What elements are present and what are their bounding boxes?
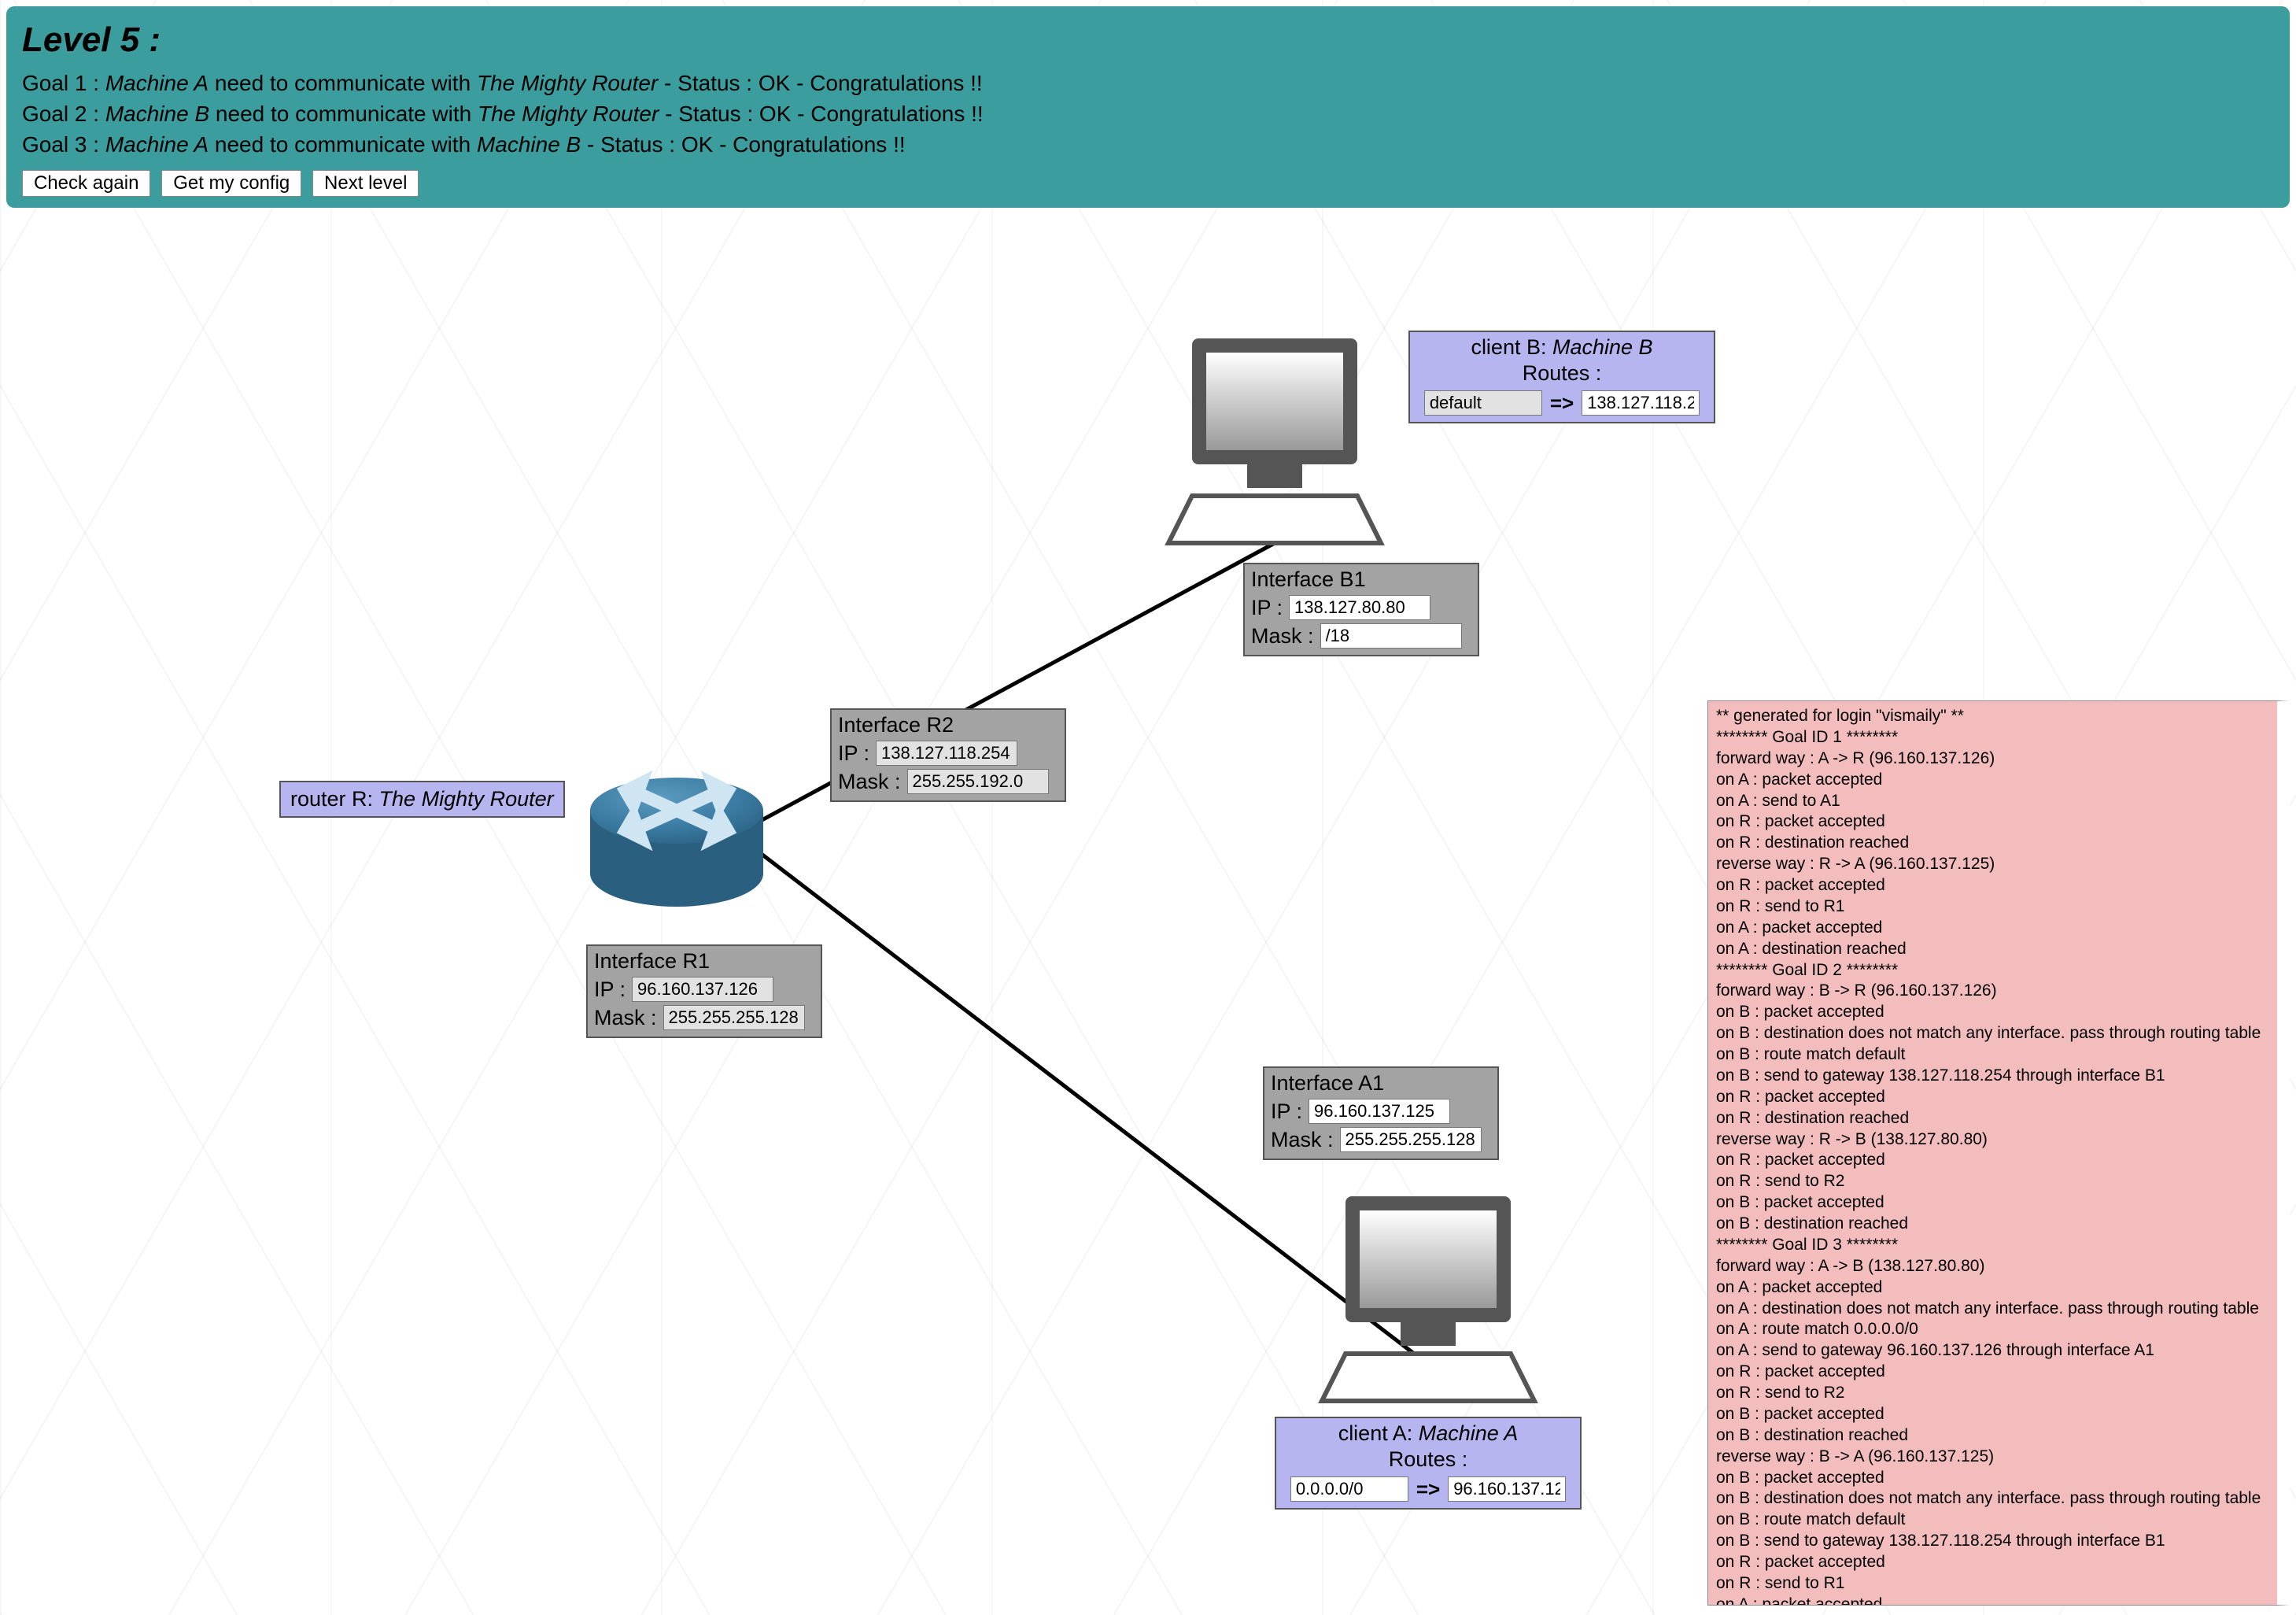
route-arrow: => bbox=[1416, 1477, 1440, 1502]
mask-label: Mask : bbox=[1251, 624, 1314, 649]
interface-r2-ip-input bbox=[876, 741, 1017, 766]
interface-a1-ip-input[interactable] bbox=[1309, 1099, 1450, 1124]
interface-b1-title: Interface B1 bbox=[1251, 567, 1471, 592]
level-title: Level 5 : bbox=[22, 16, 2274, 65]
client-b-route-gw-input[interactable] bbox=[1582, 390, 1700, 416]
goal-b: The Mighty Router bbox=[478, 102, 659, 126]
goal-b: Machine B bbox=[477, 132, 581, 157]
interface-a1-title: Interface A1 bbox=[1271, 1071, 1491, 1096]
goal-mid: need to communicate with bbox=[209, 102, 478, 126]
client-b-box: client B: Machine B Routes : => bbox=[1408, 331, 1715, 423]
route-arrow: => bbox=[1550, 391, 1574, 416]
header-panel: Level 5 : Goal 1 : Machine A need to com… bbox=[6, 6, 2290, 208]
interface-r1-title: Interface R1 bbox=[594, 949, 814, 974]
mask-label: Mask : bbox=[1271, 1128, 1334, 1152]
interface-r2-title: Interface R2 bbox=[838, 713, 1058, 737]
ip-label: IP : bbox=[594, 978, 626, 1002]
client-b-prefix: client B: bbox=[1471, 335, 1552, 359]
computer-a-icon bbox=[1298, 1181, 1558, 1417]
interface-r2-box: Interface R2 IP : Mask : bbox=[830, 708, 1066, 802]
interface-b1-ip-input[interactable] bbox=[1289, 595, 1430, 620]
goal-a: Machine A bbox=[105, 132, 209, 157]
client-a-route-gw-input[interactable] bbox=[1448, 1476, 1566, 1502]
interface-r1-mask-input bbox=[663, 1005, 805, 1030]
ip-label: IP : bbox=[838, 741, 869, 766]
next-level-button[interactable]: Next level bbox=[312, 170, 419, 197]
goal-suffix: - Status : OK - Congratulations !! bbox=[581, 132, 905, 157]
goal-suffix: - Status : OK - Congratulations !! bbox=[658, 71, 982, 95]
computer-b-icon bbox=[1145, 323, 1405, 559]
goal-a: Machine B bbox=[105, 102, 209, 126]
mask-label: Mask : bbox=[594, 1006, 657, 1030]
goal-1: Goal 1 : Machine A need to communicate w… bbox=[22, 68, 2274, 98]
goal-3: Goal 3 : Machine A need to communicate w… bbox=[22, 129, 2274, 160]
routes-label: Routes : bbox=[1283, 1447, 1574, 1472]
log-panel: ** generated for login "vismaily" ** ***… bbox=[1707, 700, 2290, 1606]
goal-suffix: - Status : OK - Congratulations !! bbox=[659, 102, 983, 126]
interface-a1-box: Interface A1 IP : Mask : bbox=[1263, 1066, 1499, 1160]
goal-prefix: Goal 3 : bbox=[22, 132, 105, 157]
client-a-name: Machine A bbox=[1419, 1421, 1519, 1445]
goal-mid: need to communicate with bbox=[209, 132, 477, 157]
goal-b: The Mighty Router bbox=[477, 71, 658, 95]
goal-a: Machine A bbox=[105, 71, 209, 95]
router-label-name: The Mighty Router bbox=[379, 787, 554, 811]
interface-r2-mask-input bbox=[907, 769, 1049, 794]
interface-r1-ip-input bbox=[632, 977, 773, 1002]
interface-b1-box: Interface B1 IP : Mask : bbox=[1243, 563, 1479, 656]
client-a-route-dest-input[interactable] bbox=[1290, 1476, 1408, 1502]
routes-label: Routes : bbox=[1416, 361, 1707, 386]
client-a-prefix: client A: bbox=[1338, 1421, 1419, 1445]
interface-a1-mask-input[interactable] bbox=[1340, 1127, 1482, 1152]
router-label: router R: The Mighty Router bbox=[279, 781, 565, 818]
router-icon bbox=[582, 748, 771, 921]
client-a-box: client A: Machine A Routes : => bbox=[1275, 1417, 1582, 1510]
ip-label: IP : bbox=[1271, 1099, 1302, 1124]
goal-prefix: Goal 2 : bbox=[22, 102, 105, 126]
ip-label: IP : bbox=[1251, 596, 1283, 620]
mask-label: Mask : bbox=[838, 770, 901, 794]
goal-prefix: Goal 1 : bbox=[22, 71, 105, 95]
get-config-button[interactable]: Get my config bbox=[161, 170, 301, 197]
interface-b1-mask-input[interactable] bbox=[1320, 623, 1462, 649]
interface-r1-box: Interface R1 IP : Mask : bbox=[586, 944, 822, 1038]
router-label-prefix: router R: bbox=[290, 787, 379, 811]
client-b-route-dest-input bbox=[1424, 390, 1542, 416]
client-b-name: Machine B bbox=[1552, 335, 1653, 359]
goal-2: Goal 2 : Machine B need to communicate w… bbox=[22, 98, 2274, 129]
goal-mid: need to communicate with bbox=[209, 71, 477, 95]
check-again-button[interactable]: Check again bbox=[22, 170, 150, 197]
